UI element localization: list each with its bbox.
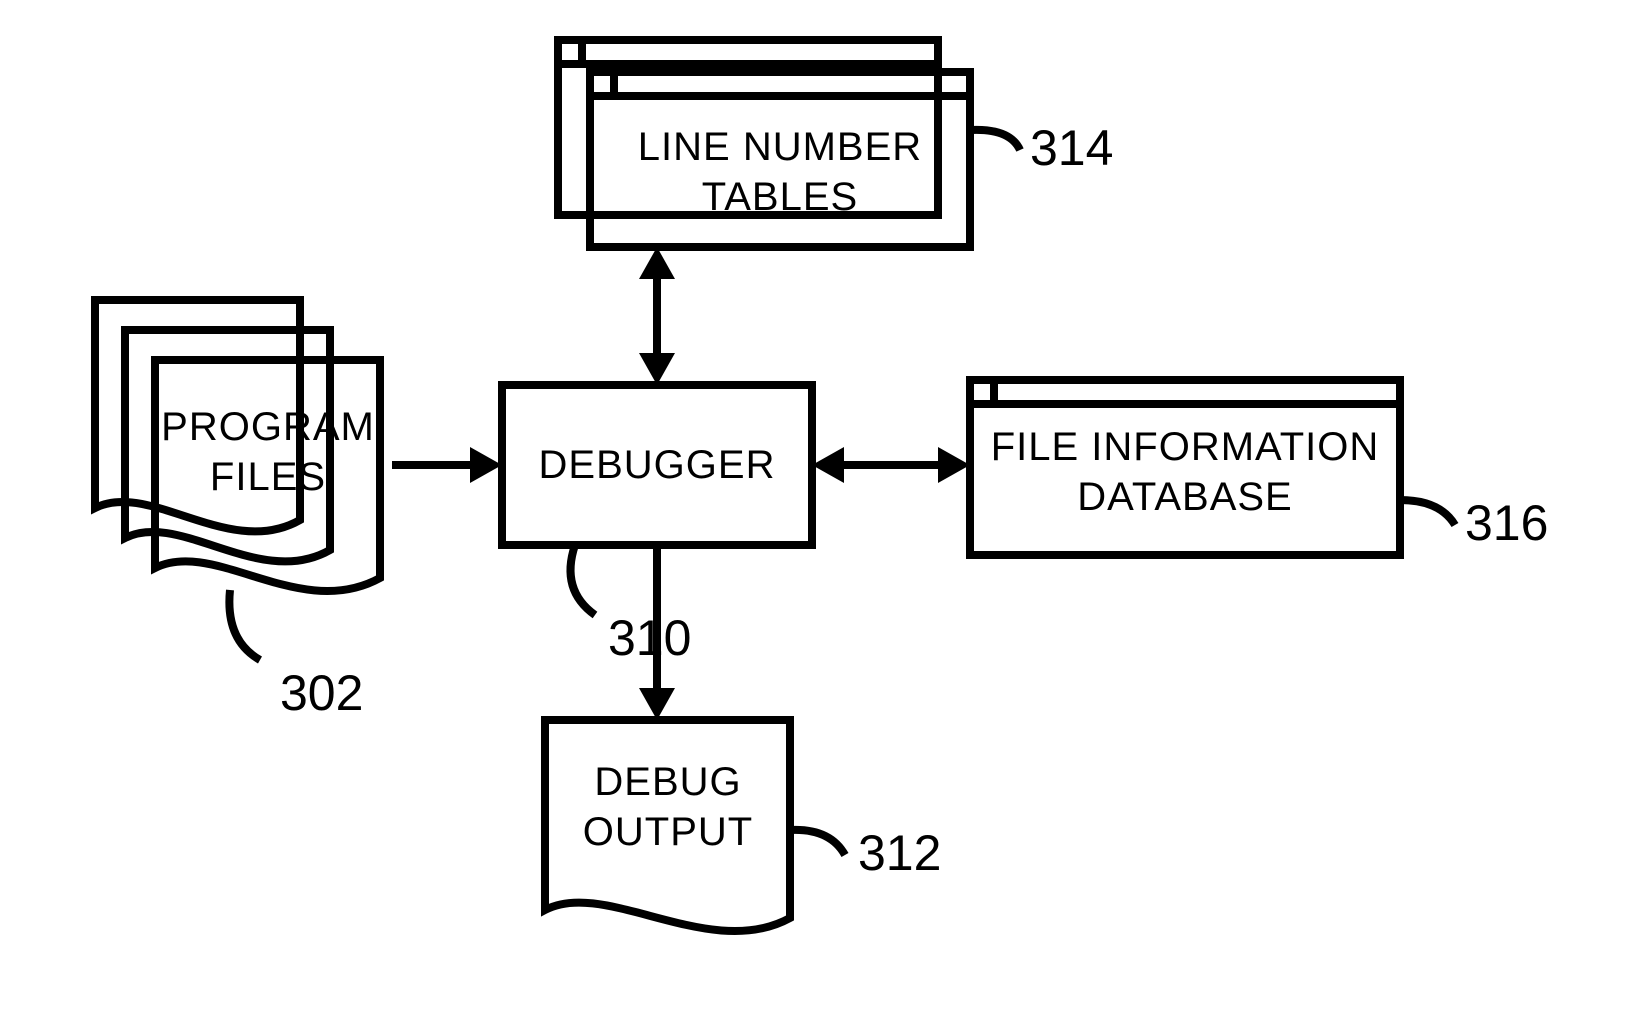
line-tables-block: LINE NUMBER TABLES 314 xyxy=(558,40,1113,247)
line-tables-label-2: TABLES xyxy=(702,175,858,219)
debugger-ref: 310 xyxy=(608,610,691,666)
program-files-ref: 302 xyxy=(280,665,363,721)
debug-output-block: DEBUG OUTPUT 312 xyxy=(545,720,941,931)
program-files-block: PROGRAM FILES 302 xyxy=(95,300,380,721)
program-files-label-2: FILES xyxy=(210,455,326,499)
file-db-ref: 316 xyxy=(1465,495,1548,551)
arrow-debugger-linetables xyxy=(639,247,675,385)
line-tables-ref: 314 xyxy=(1030,120,1113,176)
arrow-programfiles-to-debugger xyxy=(392,447,502,483)
program-files-label-1: PROGRAM xyxy=(161,405,375,449)
debug-output-label-1: DEBUG xyxy=(594,760,741,804)
line-tables-label-1: LINE NUMBER xyxy=(638,125,922,169)
arrow-debugger-filedb xyxy=(812,447,970,483)
file-db-label-2: DATABASE xyxy=(1077,475,1292,519)
debug-output-label-2: OUTPUT xyxy=(583,810,753,854)
debugger-block-diagram: PROGRAM FILES 302 DEBUGGER 310 LINE NUMB… xyxy=(0,0,1643,1012)
debug-output-ref: 312 xyxy=(858,825,941,881)
debugger-label: DEBUGGER xyxy=(539,443,776,487)
file-db-block: FILE INFORMATION DATABASE 316 xyxy=(970,380,1548,555)
file-db-label-1: FILE INFORMATION xyxy=(991,425,1380,469)
